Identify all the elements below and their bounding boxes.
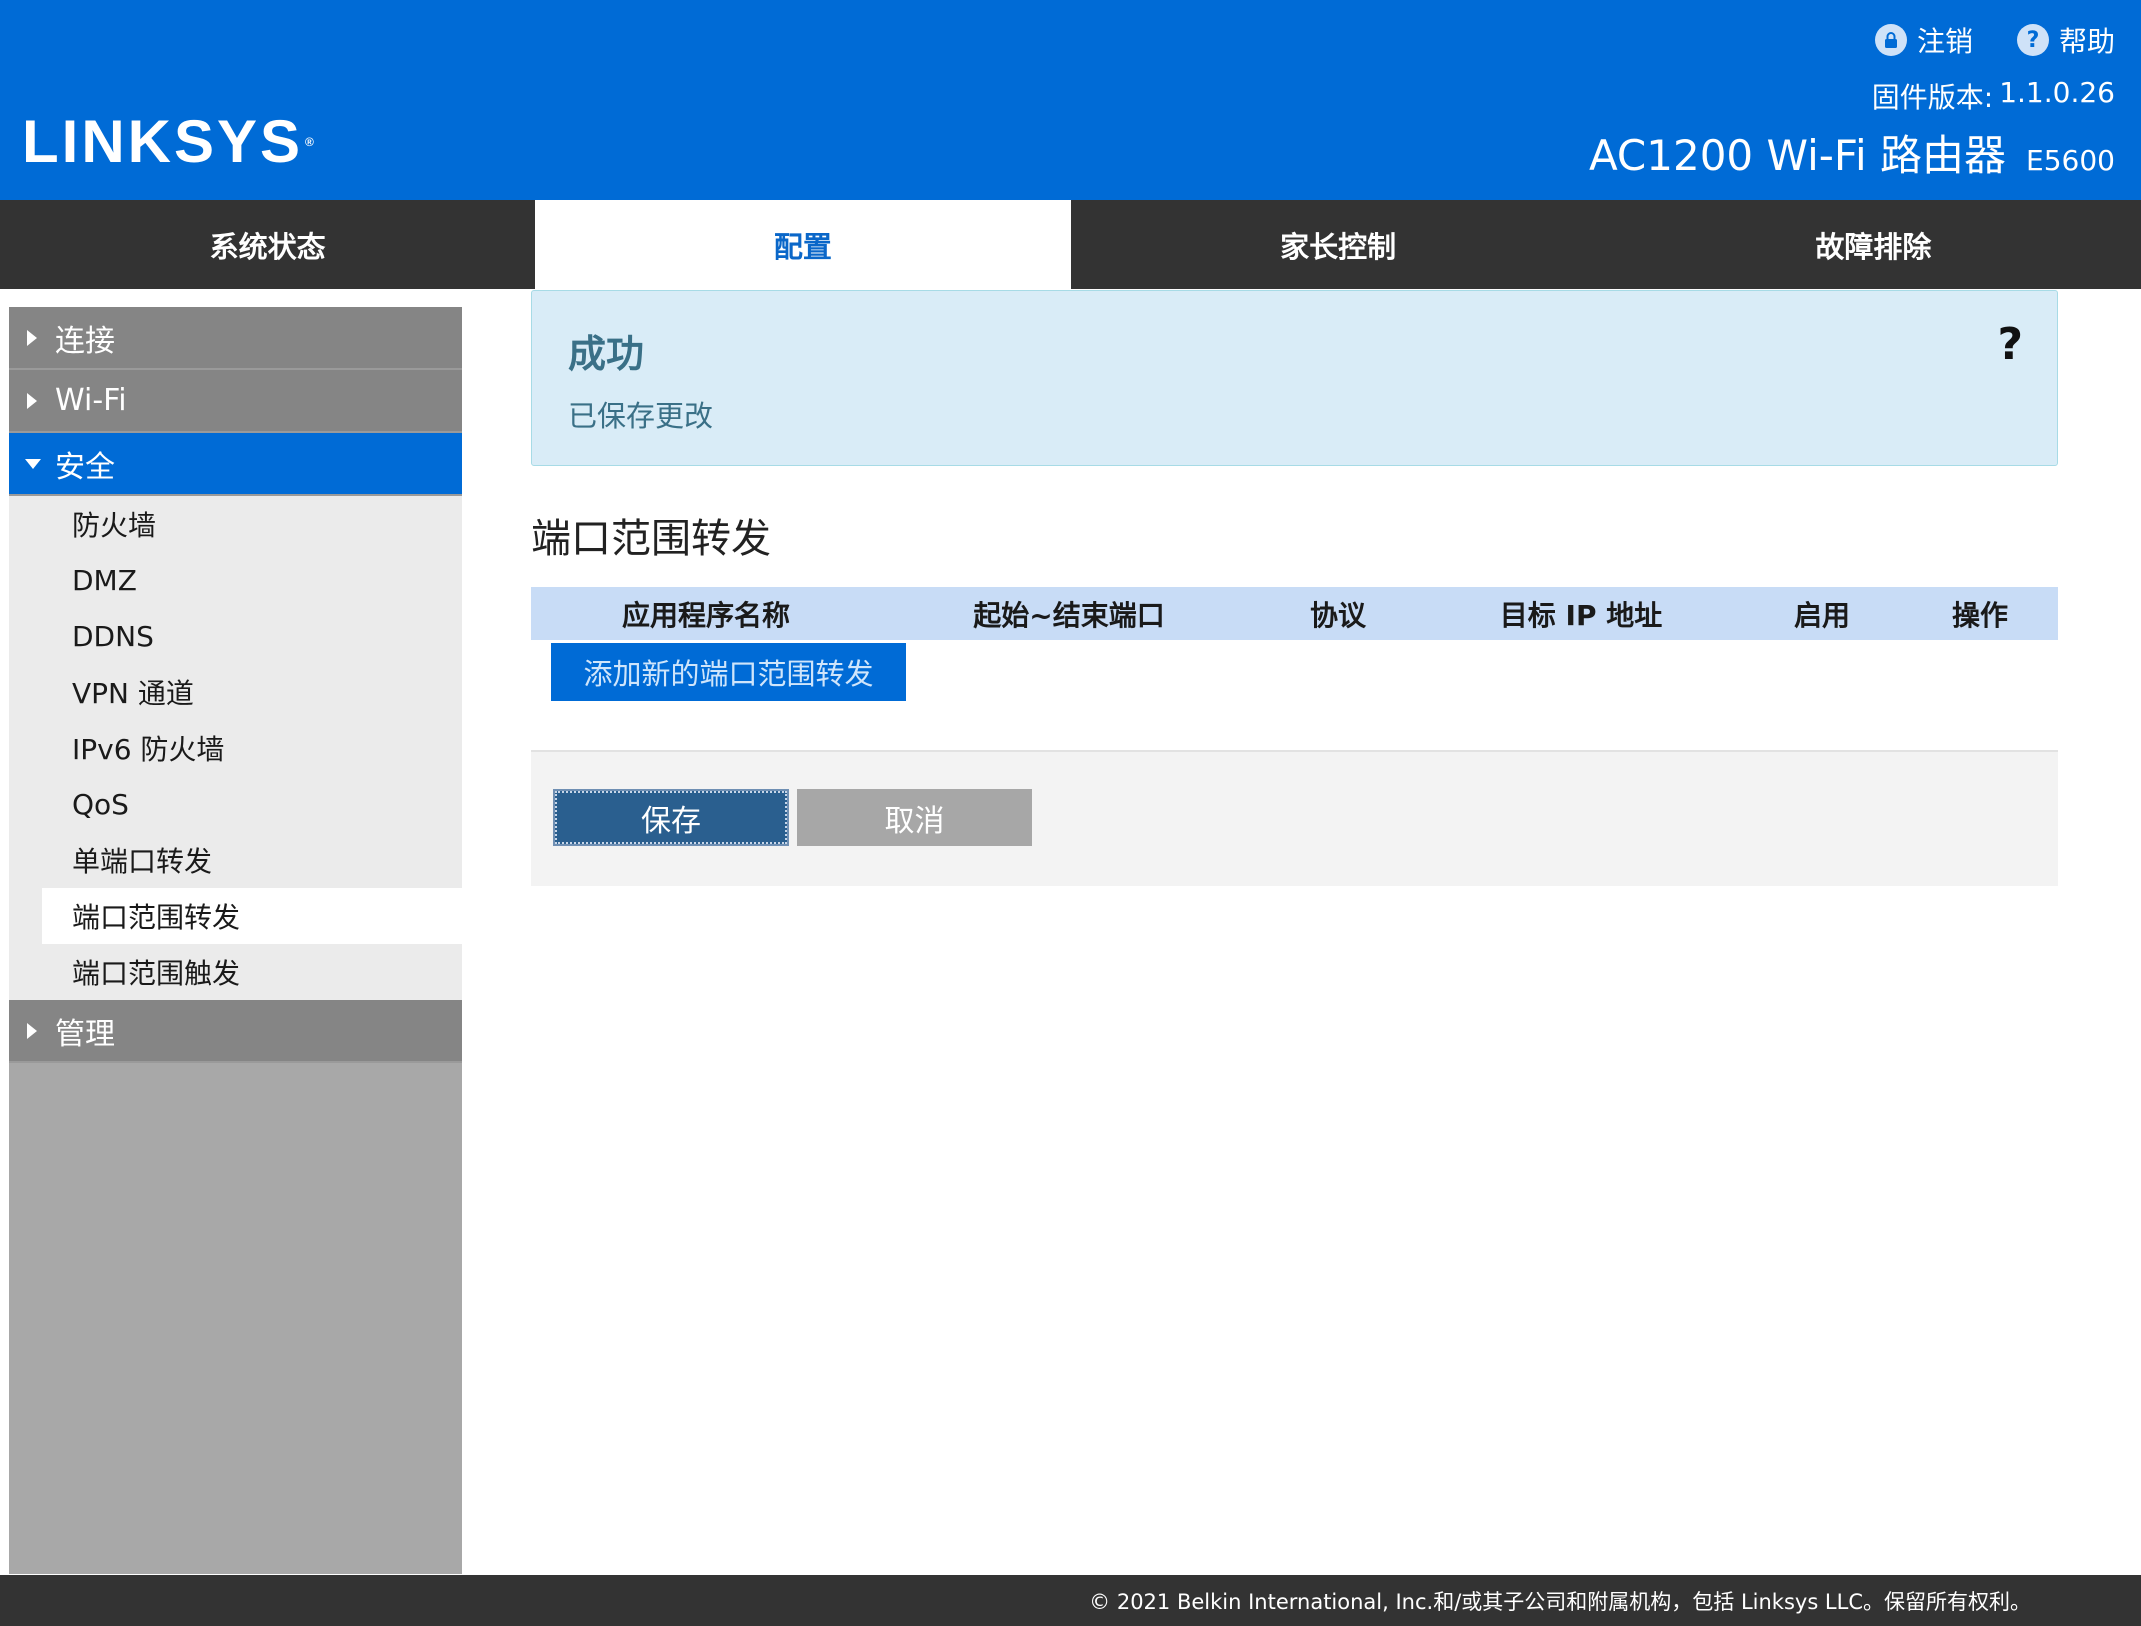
sidebar-section-label: Wi-Fi bbox=[55, 383, 127, 418]
sidebar-section-label: 连接 bbox=[55, 323, 115, 359]
firmware-label: 固件版本: bbox=[1871, 81, 1994, 114]
firmware-info: 固件版本: 1.1.0.26 bbox=[1872, 76, 2115, 116]
page-title: 端口范围转发 bbox=[531, 516, 771, 562]
success-message: 已保存更改 bbox=[568, 399, 714, 433]
footer: © 2021 Belkin International, Inc.和/或其子公司… bbox=[0, 1575, 2141, 1626]
caret-right-icon bbox=[27, 329, 37, 346]
lock-icon bbox=[1874, 24, 1907, 56]
add-port-range-forwarding-button[interactable]: 添加新的端口范围转发 bbox=[551, 643, 906, 701]
sidebar-section-security[interactable]: 安全 bbox=[9, 433, 462, 496]
column-header-actions: 操作 bbox=[1951, 598, 2009, 632]
help-link[interactable]: ? 帮助 bbox=[2016, 20, 2115, 60]
save-button[interactable]: 保存 bbox=[553, 789, 789, 846]
sidebar-item-qos[interactable]: QoS bbox=[9, 776, 462, 832]
sidebar-item-vpn[interactable]: VPN 通道 bbox=[9, 664, 462, 720]
model-code: E5600 bbox=[2026, 144, 2115, 177]
sidebar-item-port-range-triggering[interactable]: 端口范围触发 bbox=[9, 944, 462, 1000]
app-header: LINKSYS ® 注销 ? 帮助 固件版本: 1.1.0.26 AC1200 W… bbox=[0, 0, 2141, 200]
column-header-protocol: 协议 bbox=[1309, 598, 1367, 632]
sidebar-section-label: 安全 bbox=[55, 449, 115, 485]
caret-right-icon bbox=[27, 392, 37, 409]
column-header-app-name: 应用程序名称 bbox=[621, 598, 791, 632]
copyright-text: © 2021 Belkin International, Inc.和/或其子公司… bbox=[1089, 1589, 2031, 1614]
success-notice: 成功 已保存更改 ? bbox=[531, 290, 2058, 466]
tab-parental-control[interactable]: 家长控制 bbox=[1071, 200, 1606, 289]
sidebar-item-dmz[interactable]: DMZ bbox=[9, 552, 462, 608]
linksys-logo: LINKSYS ® bbox=[22, 112, 317, 172]
column-header-port-range: 起始~结束端口 bbox=[973, 598, 1165, 632]
table-header: 应用程序名称 起始~结束端口 协议 目标 IP 地址 启用 操作 bbox=[531, 587, 2058, 640]
sidebar-item-ddns[interactable]: DDNS bbox=[9, 608, 462, 664]
column-header-enabled: 启用 bbox=[1793, 598, 1851, 632]
firmware-version: 1.1.0.26 bbox=[1999, 76, 2115, 109]
cancel-button[interactable]: 取消 bbox=[797, 789, 1032, 846]
model-name: AC1200 Wi-Fi 路由器 bbox=[1588, 131, 2007, 180]
help-question-icon[interactable]: ? bbox=[1997, 319, 2023, 370]
sidebar-section-administration[interactable]: 管理 bbox=[9, 1000, 462, 1063]
caret-down-icon bbox=[25, 458, 41, 469]
question-circle-icon: ? bbox=[2016, 24, 2049, 56]
sidebar-item-port-range-forwarding[interactable]: 端口范围转发 bbox=[42, 888, 462, 944]
logo-text: LINKSYS bbox=[22, 108, 304, 175]
tab-status[interactable]: 系统状态 bbox=[0, 200, 535, 289]
model-info: AC1200 Wi-Fi 路由器 E5600 bbox=[1589, 122, 2115, 183]
sidebar-item-single-port-forwarding[interactable]: 单端口转发 bbox=[9, 832, 462, 888]
top-links: 注销 ? 帮助 bbox=[1874, 20, 2115, 60]
sidebar-item-firewall[interactable]: 防火墙 bbox=[9, 496, 462, 552]
column-header-target-ip: 目标 IP 地址 bbox=[1499, 598, 1663, 632]
help-label: 帮助 bbox=[2058, 25, 2115, 58]
sidebar-item-ipv6-firewall[interactable]: IPv6 防火墙 bbox=[9, 720, 462, 776]
sidebar-section-label: 管理 bbox=[55, 1016, 115, 1052]
tab-configuration[interactable]: 配置 bbox=[535, 200, 1071, 289]
sidebar: 连接 Wi-Fi 安全 防火墙 DMZ DDNS VPN 通道 IPv6 防火墙… bbox=[9, 307, 462, 1574]
sidebar-section-connection[interactable]: 连接 bbox=[9, 307, 462, 370]
logout-link[interactable]: 注销 bbox=[1874, 20, 1973, 60]
sidebar-section-wifi[interactable]: Wi-Fi bbox=[9, 370, 462, 433]
logout-label: 注销 bbox=[1916, 25, 1973, 58]
caret-right-icon bbox=[27, 1022, 37, 1039]
top-nav: 系统状态 配置 家长控制 故障排除 bbox=[0, 200, 2141, 289]
success-title: 成功 bbox=[568, 332, 645, 376]
security-submenu: 防火墙 DMZ DDNS VPN 通道 IPv6 防火墙 QoS 单端口转发 端… bbox=[9, 496, 462, 1000]
tab-troubleshooting[interactable]: 故障排除 bbox=[1606, 200, 2141, 289]
registered-mark: ® bbox=[305, 135, 317, 149]
